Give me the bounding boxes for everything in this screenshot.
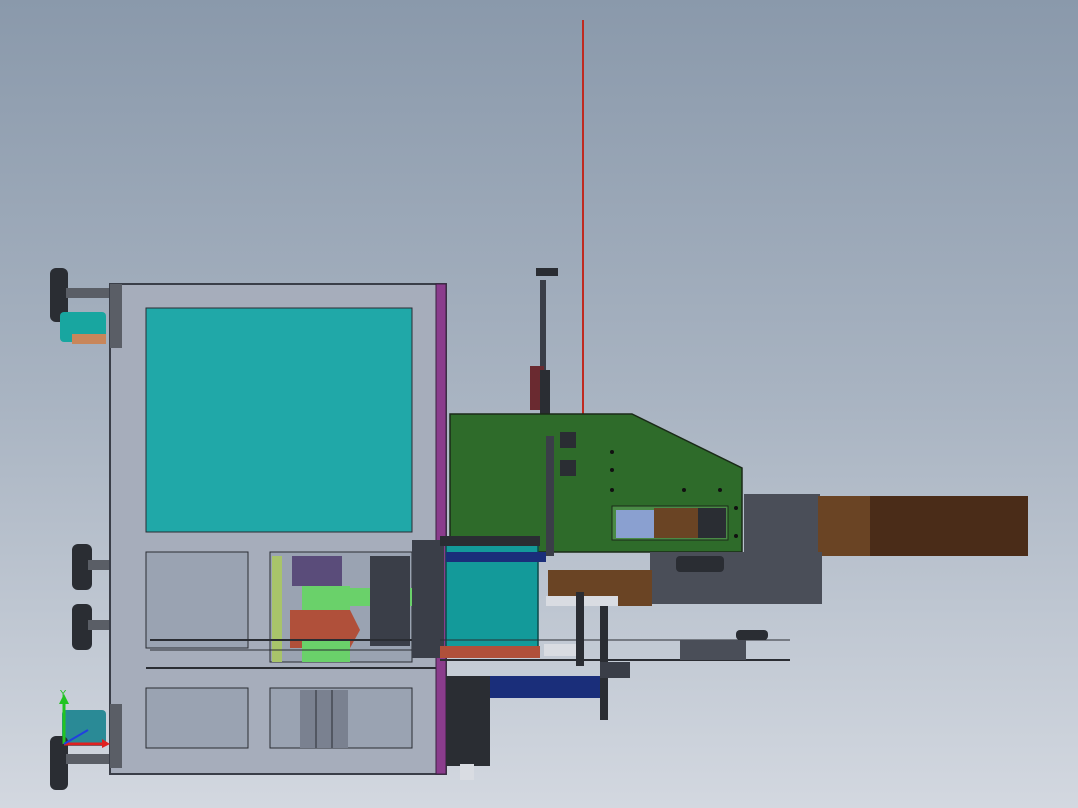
triad-y-label: Y <box>60 689 67 700</box>
handle-slot <box>676 556 724 572</box>
base-block <box>446 676 490 766</box>
motor-housing <box>292 556 342 586</box>
frame-opening <box>145 687 249 749</box>
arm-block-dark <box>870 496 1028 556</box>
guide-bar <box>272 556 282 662</box>
z-axis-arrow <box>63 729 89 745</box>
foot-collar <box>72 334 106 344</box>
coupler <box>302 640 350 662</box>
mast-cap <box>536 268 558 276</box>
rail-carriage <box>680 640 746 660</box>
main-frame <box>109 283 447 775</box>
frame-bracket <box>110 704 122 768</box>
arm-block-light <box>818 496 872 556</box>
foot-stem <box>66 754 110 764</box>
fitting <box>560 432 576 448</box>
bolt-head <box>460 764 474 780</box>
fitting <box>560 460 576 476</box>
cylinder-base <box>440 646 540 658</box>
machine-model[interactable] <box>0 0 1078 808</box>
sensor <box>736 630 768 640</box>
cylinder-fins <box>412 540 444 658</box>
cylinder-cap <box>440 536 540 546</box>
cover-panel <box>145 307 413 533</box>
cylinder-mast <box>530 268 558 414</box>
stack-block <box>370 556 410 646</box>
rail-upper <box>446 552 546 562</box>
window-right <box>698 508 726 538</box>
mast-rod <box>540 280 546 380</box>
coordinate-triad <box>59 694 110 748</box>
vertical-shaft <box>546 436 554 556</box>
foot-stem <box>66 288 110 298</box>
frame-bracket <box>110 284 122 348</box>
green-housing <box>449 413 743 556</box>
window-block <box>654 508 698 538</box>
support-post <box>576 592 584 666</box>
lower-housing <box>650 552 822 604</box>
window-left <box>616 510 654 538</box>
linear-rail <box>300 690 348 748</box>
side-plate <box>435 283 447 775</box>
cad-viewport[interactable]: Y <box>0 0 1078 808</box>
frame-opening <box>145 551 249 649</box>
